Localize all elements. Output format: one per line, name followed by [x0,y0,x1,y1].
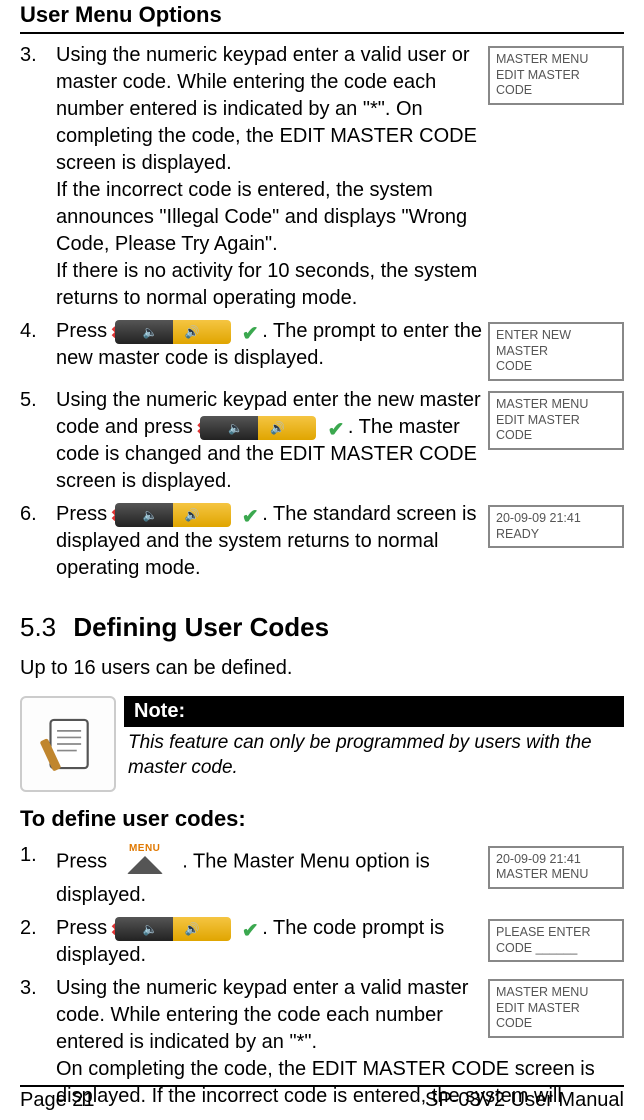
lcd-line: 20-09-09 21:41 [496,852,616,868]
check-icon: ✔ [242,321,259,348]
step-text: If there is no activity for 10 seconds, … [56,258,482,312]
lcd-line: CODE ______ [496,941,616,957]
manual-title: SP-03V2 User Manual [425,1089,624,1112]
lcd-line: EDIT MASTER CODE [496,413,616,444]
step-number: 2. [20,915,56,969]
step-text: Using the numeric keypad enter a valid m… [56,975,482,1056]
check-icon: ✔ [328,417,345,444]
step-text: Press [56,320,113,342]
subheading: To define user codes: [20,804,624,834]
main-content: 3. Using the numeric keypad enter a vali… [20,42,624,1110]
lcd-line: PLEASE ENTER [496,925,616,941]
section-heading: 5.3 Defining User Codes [20,610,624,645]
step-text: Using the numeric keypad enter a valid u… [56,42,482,177]
lcd-line: EDIT MASTER CODE [496,1001,616,1032]
step-4: 4. Press ✖ 🔈 🔊 ✔ . The prompt to enter t… [20,318,624,381]
lcd-screen: MASTER MENU EDIT MASTER CODE [488,46,624,105]
menu-label: MENU [115,842,175,856]
lcd-line: EDIT MASTER CODE [496,68,616,99]
step-3: 3. Using the numeric keypad enter a vali… [20,42,624,312]
section-intro: Up to 16 users can be defined. [20,655,624,682]
section-title: Defining User Codes [73,612,329,642]
lcd-screen: ENTER NEW MASTER CODE [488,322,624,381]
lcd-line: MASTER MENU [496,867,616,883]
step-number: 5. [20,387,56,495]
page-number: Page 21 [20,1089,95,1112]
note-block: Note: This feature can only be programme… [20,696,624,792]
lcd-line: MASTER MENU [496,52,616,68]
step-text: Press [56,503,113,525]
lcd-line: ENTER NEW MASTER [496,328,616,359]
check-icon: ✔ [242,918,259,945]
lcd-line: MASTER MENU [496,397,616,413]
step-text: Press [56,917,113,939]
step-number: 3. [20,42,56,312]
lcd-screen: 20-09-09 21:41 READY [488,505,624,548]
lcd-line: CODE [496,359,616,375]
note-body: This feature can only be programmed by u… [124,727,624,784]
step-6: 6. Press ✖ 🔈 🔊 ✔ . The standard screen i… [20,501,624,582]
lcd-line: READY [496,527,616,543]
lcd-screen: PLEASE ENTER CODE ______ [488,919,624,962]
ok-slider-button: ✖ 🔈 🔊 ✔ [115,320,255,344]
notepad-icon [20,696,116,792]
menu-button: MENU [115,842,175,883]
step-number: 6. [20,501,56,582]
lcd-screen: 20-09-09 21:41 MASTER MENU [488,846,624,889]
lcd-screen: MASTER MENU EDIT MASTER CODE [488,979,624,1038]
ok-slider-button: ✖ 🔈 🔊 ✔ [115,917,255,941]
note-heading: Note: [124,696,624,727]
ok-slider-button: ✖ 🔈 🔊 ✔ [115,503,255,527]
step-text: If the incorrect code is entered, the sy… [56,177,482,258]
step-text: Press [56,850,113,872]
define-step-2: 2. Press ✖ 🔈 🔊 ✔ . The code prompt is di… [20,915,624,969]
step-number: 4. [20,318,56,381]
triangle-icon [127,856,163,874]
ok-slider-button: ✖ 🔈 🔊 ✔ [200,416,340,440]
section-number: 5.3 [20,612,56,642]
lcd-line: 20-09-09 21:41 [496,511,616,527]
define-step-1: 1. Press MENU . The Master Menu option i… [20,842,624,910]
lcd-line: MASTER MENU [496,985,616,1001]
check-icon: ✔ [242,504,259,531]
page-footer: Page 21 SP-03V2 User Manual [20,1085,624,1112]
step-number: 1. [20,842,56,910]
step-5: 5. Using the numeric keypad enter the ne… [20,387,624,495]
lcd-screen: MASTER MENU EDIT MASTER CODE [488,391,624,450]
page-header: User Menu Options [20,0,624,34]
